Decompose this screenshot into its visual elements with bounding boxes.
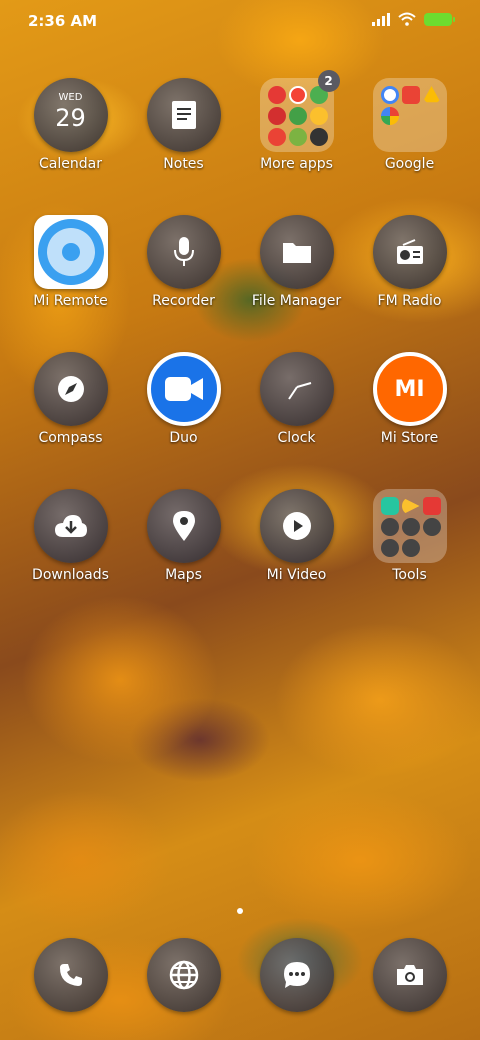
- app-mini-icon: [288, 128, 307, 146]
- app-label: Mi Video: [266, 567, 327, 583]
- app-duo[interactable]: Duo: [127, 352, 240, 446]
- app-label: Calendar: [39, 156, 102, 172]
- app-mini-icon: [267, 86, 286, 104]
- app-mini-icon: [401, 518, 420, 536]
- app-clock[interactable]: Clock: [240, 352, 353, 446]
- camera-icon: [372, 938, 447, 1012]
- battery-icon: [424, 12, 455, 26]
- notification-badge: 2: [317, 70, 340, 92]
- folder-icon: 2: [259, 70, 340, 152]
- map-pin-icon: [146, 489, 221, 563]
- app-mi-store[interactable]: MI Mi Store: [353, 352, 466, 446]
- app-mini-icon: [422, 497, 441, 515]
- app-mini-icon: [309, 107, 328, 125]
- folder-icon: [372, 489, 447, 563]
- app-label: More apps: [260, 156, 333, 172]
- folder-more-apps[interactable]: 2 More apps: [240, 70, 353, 172]
- play-icon: [259, 489, 334, 563]
- video-camera-icon: [146, 352, 221, 426]
- app-file-manager[interactable]: File Manager: [240, 215, 353, 309]
- dock-messages[interactable]: [240, 938, 353, 1012]
- clock-icon: [259, 352, 334, 426]
- folder-tools[interactable]: Tools: [353, 489, 466, 583]
- calendar-weekday: WED: [58, 92, 83, 103]
- app-mini-icon: [422, 518, 441, 536]
- photos-mini-icon: [380, 107, 399, 125]
- drive-mini-icon: [422, 86, 441, 103]
- app-label: Maps: [165, 567, 202, 583]
- app-label: Mi Store: [380, 430, 439, 446]
- app-mini-icon: [267, 128, 286, 146]
- app-mini-icon: [380, 497, 399, 515]
- app-mi-remote[interactable]: Mi Remote: [14, 215, 127, 309]
- app-label: Duo: [169, 430, 198, 446]
- app-label: Notes: [163, 156, 204, 172]
- dock-browser[interactable]: [127, 938, 240, 1012]
- app-compass[interactable]: Compass: [14, 352, 127, 446]
- app-maps[interactable]: Maps: [127, 489, 240, 583]
- app-mini-icon: [380, 539, 399, 557]
- app-label: Compass: [38, 430, 103, 446]
- folder-icon: [372, 78, 447, 152]
- calendar-icon: WED 29: [33, 78, 108, 152]
- phone-icon: [33, 938, 108, 1012]
- app-notes[interactable]: Notes: [127, 78, 240, 172]
- globe-icon: [146, 938, 221, 1012]
- app-fm-radio[interactable]: FM Radio: [353, 215, 466, 309]
- google-mini-icon: [380, 86, 399, 104]
- app-downloads[interactable]: Downloads: [14, 489, 127, 583]
- status-icons: [372, 12, 455, 26]
- app-mini-icon: [288, 107, 307, 125]
- app-label: Mi Remote: [33, 293, 108, 309]
- app-mi-video[interactable]: Mi Video: [240, 489, 353, 583]
- mi-logo-icon: MI: [372, 352, 447, 426]
- status-bar: 2:36 AM: [0, 0, 480, 42]
- app-mini-icon: [380, 518, 399, 536]
- gmail-mini-icon: [401, 86, 420, 104]
- app-mini-icon: [401, 539, 420, 557]
- folder-google[interactable]: Google: [353, 78, 466, 172]
- status-time: 2:36 AM: [28, 12, 98, 30]
- app-calendar[interactable]: WED 29 Calendar: [14, 78, 127, 172]
- app-mini-icon: [309, 128, 328, 146]
- dock-camera[interactable]: [353, 938, 466, 1012]
- radio-icon: [372, 215, 447, 289]
- dock-phone[interactable]: [14, 938, 127, 1012]
- page-dot: [237, 908, 243, 914]
- app-label: FM Radio: [377, 293, 442, 309]
- signal-icon: [372, 12, 390, 26]
- app-label: Downloads: [32, 567, 109, 583]
- app-label: Tools: [392, 567, 427, 583]
- page-indicator: [0, 899, 480, 918]
- app-mini-icon: [267, 107, 286, 125]
- folder-file-icon: [259, 215, 334, 289]
- microphone-icon: [146, 215, 221, 289]
- wifi-icon: [398, 12, 416, 26]
- app-label: Clock: [277, 430, 316, 446]
- app-mini-icon: [288, 86, 307, 104]
- calendar-date: 29: [55, 104, 86, 132]
- app-label: Google: [384, 156, 435, 172]
- app-recorder[interactable]: Recorder: [127, 215, 240, 309]
- compass-icon: [33, 352, 108, 426]
- mi-logo-text: MI: [394, 376, 425, 402]
- download-cloud-icon: [33, 489, 108, 563]
- app-mini-icon: [401, 497, 420, 515]
- app-label: File Manager: [251, 293, 342, 309]
- app-label: Recorder: [152, 293, 215, 309]
- chat-icon: [259, 938, 334, 1012]
- remote-icon: [33, 215, 108, 289]
- notes-icon: [146, 78, 221, 152]
